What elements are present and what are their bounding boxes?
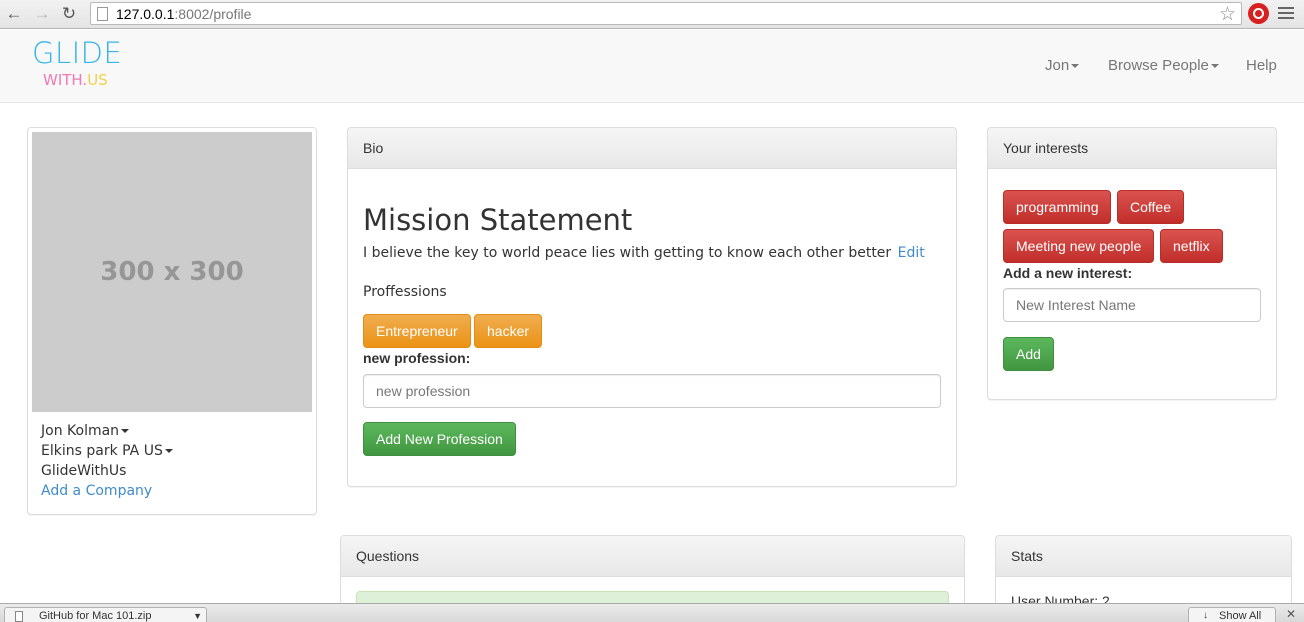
interests-panel-heading: Your interests (988, 128, 1276, 169)
download-icon: ↓ (1203, 610, 1208, 621)
logo[interactable]: GLIDE (32, 36, 122, 70)
add-company-link[interactable]: Add a Company (41, 483, 152, 499)
browser-toolbar: ← → ↻ 127.0.0.1:8002/profile ☆ (0, 0, 1304, 29)
logo-subtitle: WITH.US (43, 71, 108, 89)
add-profession-button[interactable]: Add New Profession (363, 422, 516, 456)
questions-panel-heading: Questions (341, 536, 964, 577)
bookmark-star-icon[interactable]: ☆ (1219, 3, 1236, 26)
dropdown-arrow-icon[interactable]: ▼ (193, 611, 202, 621)
caret-down-icon (1071, 64, 1080, 69)
new-interest-input[interactable] (1003, 288, 1261, 322)
interest-tag[interactable]: programming (1003, 190, 1112, 224)
profile-location-dropdown[interactable]: Elkins park PA US (41, 443, 173, 459)
address-bar[interactable]: 127.0.0.1:8002/profile ☆ (90, 2, 1242, 25)
interests-panel: Your interests programming Coffee Meetin… (987, 127, 1277, 400)
new-profession-input[interactable] (363, 374, 941, 408)
page-icon (97, 7, 108, 21)
show-all-button[interactable]: ↓ Show All (1188, 607, 1276, 622)
edit-link[interactable]: Edit (898, 245, 925, 261)
bio-panel-heading: Bio (348, 128, 956, 169)
extension-icon[interactable] (1248, 3, 1269, 24)
nav-help-link[interactable]: Help (1246, 57, 1277, 74)
profile-company: GlideWithUs (41, 463, 127, 479)
profile-card: 300 x 300 Jon Kolman Elkins park PA US G… (27, 127, 317, 515)
site-navbar: GLIDE WITH.US Jon Browse People Help (0, 30, 1304, 103)
download-shelf: GitHub for Mac 101.zip ▼ ↓ Show All ✕ (0, 603, 1304, 622)
caret-down-icon (1210, 64, 1219, 69)
interest-tag[interactable]: Meeting new people (1003, 229, 1155, 263)
caret-down-icon (164, 449, 173, 453)
stats-panel-heading: Stats (996, 536, 1291, 577)
nav-user-dropdown[interactable]: Jon (1045, 57, 1080, 74)
profile-name-dropdown[interactable]: Jon Kolman (41, 423, 130, 439)
professions-title: Proffessions (363, 284, 447, 300)
download-item[interactable]: GitHub for Mac 101.zip ▼ (4, 607, 207, 622)
mission-title: Mission Statement (363, 203, 633, 237)
close-icon[interactable]: ✕ (1286, 607, 1296, 621)
back-arrow-icon[interactable]: ← (3, 3, 25, 25)
nav-browse-dropdown[interactable]: Browse People (1108, 57, 1219, 74)
avatar: 300 x 300 (32, 132, 312, 412)
url-text[interactable]: 127.0.0.1:8002/profile (116, 6, 251, 22)
new-profession-label: new profession: (363, 350, 471, 366)
interest-tag[interactable]: netflix (1160, 229, 1223, 263)
add-interest-label: Add a new interest: (1003, 265, 1133, 281)
bio-panel: Bio Mission Statement I believe the key … (347, 127, 957, 487)
reload-icon[interactable]: ↻ (58, 3, 80, 25)
browser-menu-icon[interactable] (1278, 7, 1294, 22)
interest-tag[interactable]: Coffee (1117, 190, 1184, 224)
profession-tag[interactable]: hacker (474, 314, 543, 348)
forward-arrow-icon[interactable]: → (31, 3, 53, 25)
add-interest-button[interactable]: Add (1003, 337, 1054, 371)
file-icon (15, 611, 23, 622)
mission-text: I believe the key to world peace lies wi… (363, 245, 925, 261)
profession-tag[interactable]: Entrepreneur (363, 314, 471, 348)
caret-down-icon (121, 429, 130, 433)
